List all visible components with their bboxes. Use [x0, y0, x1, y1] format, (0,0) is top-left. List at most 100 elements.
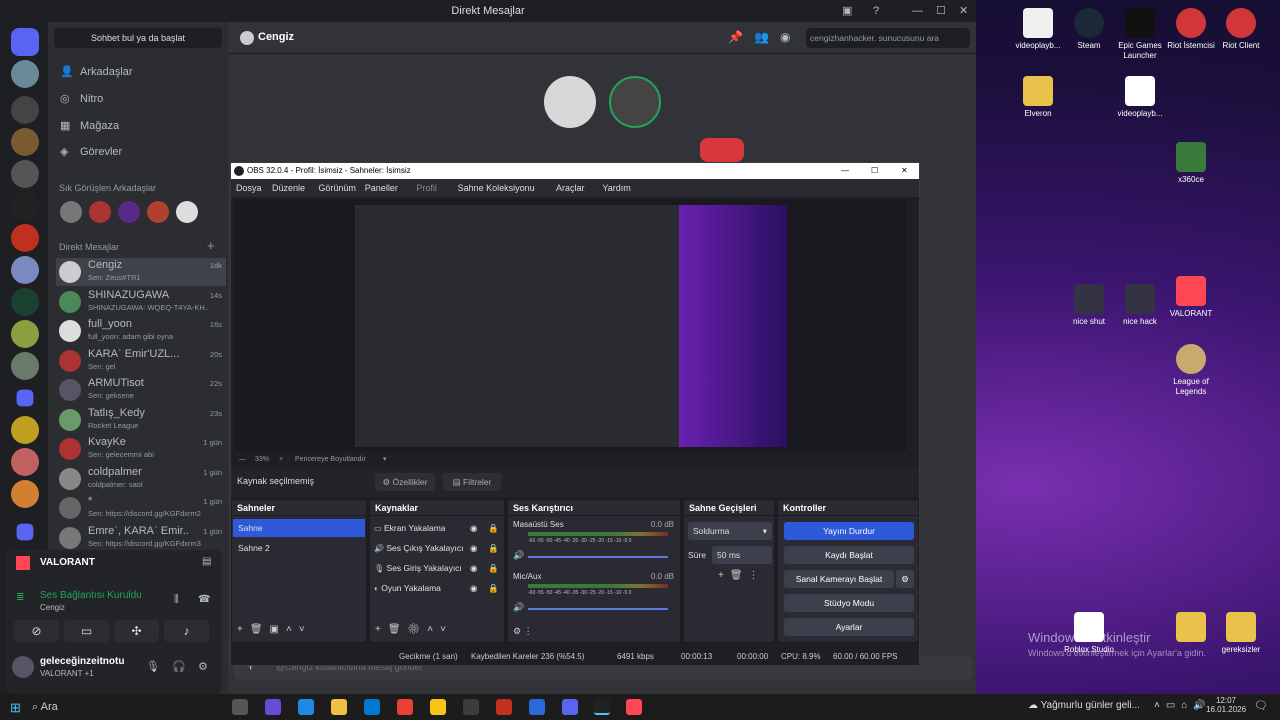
lock-icon[interactable]: 🔒	[488, 579, 499, 597]
profile-icon[interactable]: ◉	[780, 30, 790, 44]
friend-avatar[interactable]	[176, 201, 198, 223]
mail-icon[interactable]	[364, 699, 380, 715]
speaker-icon[interactable]: 🔊	[513, 602, 524, 613]
dm-item[interactable]: Tatlış_Kedy Rocket League 23s	[56, 406, 226, 434]
app-icon[interactable]	[430, 699, 446, 715]
menu-item[interactable]: Dosya	[236, 179, 262, 197]
chevron-down-icon[interactable]: ▾	[383, 453, 387, 467]
duration-input[interactable]: 50 ms	[712, 546, 772, 564]
server-icon[interactable]	[11, 448, 39, 476]
app-icon[interactable]	[463, 699, 479, 715]
app-icon[interactable]	[496, 699, 512, 715]
folder-icon[interactable]	[16, 523, 34, 541]
scene-item[interactable]: Sahne 2	[233, 539, 365, 557]
user-avatar[interactable]	[12, 656, 34, 678]
menu-item[interactable]: Araçlar	[556, 179, 585, 197]
source-toolbar-buttons[interactable]: +🗑⚙˄˅	[375, 624, 453, 635]
volume-slider[interactable]	[528, 556, 668, 558]
studio-mode-button[interactable]: Stüdyo Modu	[784, 594, 914, 612]
eye-icon[interactable]: ◉	[470, 519, 477, 537]
transition-toolbar[interactable]: +🗑⋮	[718, 570, 765, 581]
settings-icon[interactable]: ⚙	[198, 660, 208, 673]
server-icon[interactable]	[11, 60, 39, 88]
server-icon[interactable]	[11, 192, 39, 220]
server-icon[interactable]	[11, 320, 39, 348]
gear-icon[interactable]: ⚙	[896, 570, 914, 588]
filters-button[interactable]: ▤ Filtreler	[443, 473, 501, 491]
nav-quests[interactable]: ◈ Görevler	[58, 141, 122, 163]
noise-icon[interactable]: ⫼	[174, 594, 179, 605]
taskbar-search[interactable]: ⌕ Ara	[32, 697, 222, 717]
add-friends-icon[interactable]: 👥	[754, 30, 769, 44]
dm-item[interactable]: * Sen: https://discord.gg/KGFdxrm2 1 gün	[56, 494, 226, 522]
server-icon[interactable]	[11, 224, 39, 252]
friend-avatar[interactable]	[147, 201, 169, 223]
dm-item[interactable]: coldpalmer coldpalmer: saol 1 gün	[56, 465, 226, 493]
clock[interactable]: 12:07 16.01.2026	[1206, 696, 1246, 714]
tray-icons[interactable]: ˄▭⌂🔊	[1154, 700, 1212, 711]
server-icon[interactable]	[11, 160, 39, 188]
menu-item[interactable]: Paneller	[365, 179, 398, 197]
server-icon[interactable]	[11, 480, 39, 508]
lock-icon[interactable]: 🔒	[488, 539, 499, 557]
menu-item[interactable]: Düzenle	[272, 179, 305, 197]
app-icon[interactable]	[529, 699, 545, 715]
mixer-settings-icon[interactable]: ⚙ ⋮	[513, 626, 533, 637]
virtual-camera-button[interactable]: Sanal Kamerayı Başlat	[784, 570, 894, 588]
folder-icon[interactable]	[16, 389, 34, 407]
desktop-icon-videoplayback-2[interactable]: videoplayb...	[1108, 76, 1172, 119]
server-icon[interactable]	[11, 128, 39, 156]
menu-item[interactable]: Profil	[416, 179, 437, 197]
soundboard-icon[interactable]: ♪	[164, 620, 209, 642]
source-item[interactable]: ▭ Ekran Yakalama ◉ 🔒	[374, 519, 502, 537]
nav-friends[interactable]: 👤 Arkadaşlar	[58, 61, 133, 83]
source-item[interactable]: ◐ Oyun Yakalama ◉ 🔒	[374, 579, 502, 597]
server-icon[interactable]	[11, 256, 39, 284]
leave-call-button[interactable]	[700, 138, 744, 162]
mute-icon[interactable]: 🎙	[146, 660, 160, 673]
transition-select[interactable]: Soldurma ▾	[688, 522, 772, 540]
lock-icon[interactable]: 🔒	[488, 519, 499, 537]
nav-nitro[interactable]: ◎ Nitro	[58, 88, 103, 110]
edge-icon[interactable]	[298, 699, 314, 715]
desktop-icon-x360ce[interactable]: x360ce	[1159, 142, 1223, 185]
explorer-icon[interactable]	[331, 699, 347, 715]
deafen-icon[interactable]: 🎧	[172, 660, 186, 673]
screen-share-icon[interactable]: ▭	[64, 620, 109, 642]
maximize-icon[interactable]: ☐	[936, 0, 946, 22]
dm-item[interactable]: Cengiz Sen: Zeus#TR1 1dk	[56, 258, 226, 286]
add-dm-button[interactable]: +	[207, 238, 215, 253]
obs-taskbar-icon[interactable]	[594, 699, 610, 715]
close-icon[interactable]: ✕	[959, 0, 968, 22]
discord-taskbar-icon[interactable]	[562, 699, 578, 715]
server-icon[interactable]	[11, 96, 39, 124]
server-icon[interactable]	[11, 416, 39, 444]
friend-avatar[interactable]	[118, 201, 140, 223]
pin-icon[interactable]: 📌	[728, 30, 743, 44]
copilot-icon[interactable]	[265, 699, 281, 715]
fit-window-label[interactable]: Pencereye Boyutlandır	[295, 453, 366, 467]
nav-shop[interactable]: ▦ Mağaza	[58, 115, 119, 137]
maximize-icon[interactable]: ☐	[871, 163, 878, 179]
menu-item[interactable]: Sahne Koleksiyonu	[458, 179, 535, 197]
activities-icon[interactable]: ✣	[114, 620, 159, 642]
lock-icon[interactable]: 🔒	[488, 559, 499, 577]
zoom-out-icon[interactable]: —	[239, 453, 246, 467]
eye-icon[interactable]: ◉	[470, 559, 477, 577]
server-icon[interactable]	[11, 352, 39, 380]
menu-item[interactable]: Görünüm	[318, 179, 356, 197]
desktop-icon-valorant[interactable]: VALORANT	[1159, 276, 1223, 319]
eye-icon[interactable]: ◉	[470, 579, 477, 597]
volume-slider[interactable]	[528, 608, 668, 610]
dm-item[interactable]: ARMUTisot Sen: geksene 22s	[56, 376, 226, 404]
dm-item[interactable]: full_yoon full_yoon: adam gibi oyna 16s	[56, 317, 226, 345]
friend-avatar[interactable]	[60, 201, 82, 223]
dm-item[interactable]: SHINAZUGAWA SHINAZUGAWA: WQEQ-T4YA-KH...…	[56, 288, 226, 316]
zoom-in-icon[interactable]: +	[279, 453, 283, 467]
activity-icon[interactable]: ▤	[202, 556, 211, 567]
menu-item[interactable]: Yardım	[602, 179, 630, 197]
valorant-taskbar-icon[interactable]	[626, 699, 642, 715]
close-icon[interactable]: ✕	[901, 163, 908, 179]
scene-toolbar[interactable]: +🗑▣˄˅	[237, 624, 312, 635]
desktop-icon-league[interactable]: League of Legends	[1159, 344, 1223, 397]
